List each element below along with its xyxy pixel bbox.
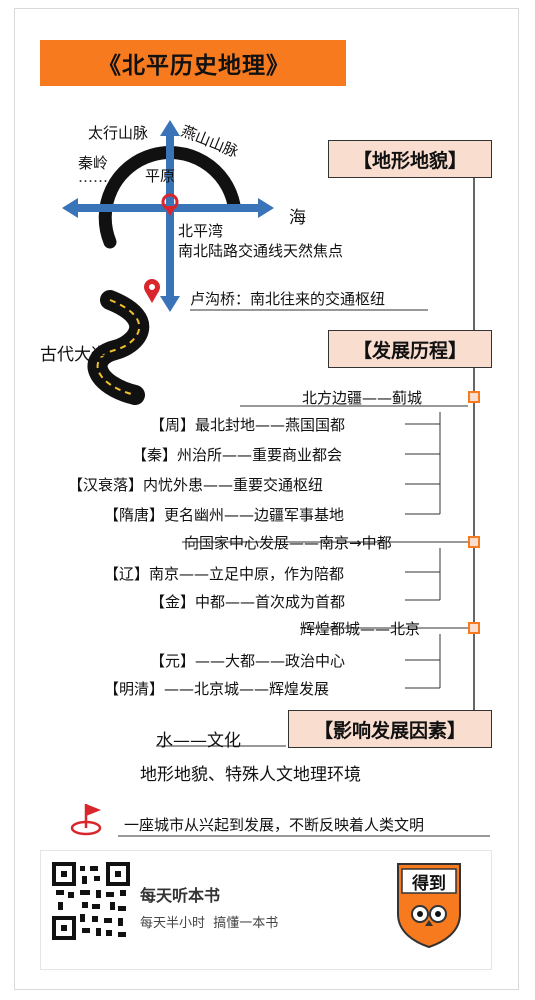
label-plain: 平原 [145,167,176,185]
label-taihang: 太行山脉 [88,124,149,142]
stage-item: 【隋唐】更名幽州——边疆军事基地 [104,506,345,524]
stage-item: 【元】——大都——政治中心 [150,652,346,670]
timeline-node [468,391,480,403]
arrow-down-icon [160,296,180,312]
label-road: 古代大道 [40,345,108,365]
footer-line1: 每天听本书 [140,886,221,905]
footer-line2: 每天半小时 搞懂一本书 [140,916,279,931]
arrow-right-icon [258,198,274,218]
label-focus: 南北陆路交通线天然焦点 [178,242,344,260]
timeline-node [468,622,480,634]
qr-code-icon [52,862,130,940]
stage-item: 【明清】——北京城——辉煌发展 [104,680,330,698]
location-pin-icon [144,279,160,303]
arrow-up-icon [160,120,180,136]
section-development: 【发展历程】 [328,330,492,368]
timeline-node [468,536,480,548]
flag-icon [70,804,102,836]
section-terrain: 【地形地貌】 [328,140,492,178]
label-bay: 北平湾 [178,222,224,240]
dedao-logo-text: 得到 [412,874,446,894]
stage-item: 【秦】州治所——重要商业都会 [132,446,343,464]
stage-item: 【辽】南京——立足中原，作为陪都 [104,565,345,583]
label-sea: 海 [289,208,306,228]
stage-item: 【金】中都——首次成为首都 [150,593,346,611]
section-factors: 【影响发展因素】 [288,710,492,748]
label-dots: …… [78,168,108,186]
summary-text: 一座城市从兴起到发展，不断反映着人类文明 [124,816,425,834]
stage-heading: 辉煌都城——北京 [300,620,421,638]
label-lugou: 卢沟桥：南北往来的交通枢纽 [190,290,386,308]
stage-heading: 向国家中心发展——南京→中都 [184,534,392,552]
stage-item: 【汉衰落】内忧外患——重要交通枢纽 [68,476,324,494]
stage-item: 【周】最北封地——燕国国都 [150,416,346,434]
stage-heading: 北方边疆——蓟城 [302,389,423,407]
factor-water: 水——文化 [156,731,241,751]
factor-terrain: 地形地貌、特殊人文地理环境 [140,765,361,785]
arrow-left-icon [62,198,78,218]
